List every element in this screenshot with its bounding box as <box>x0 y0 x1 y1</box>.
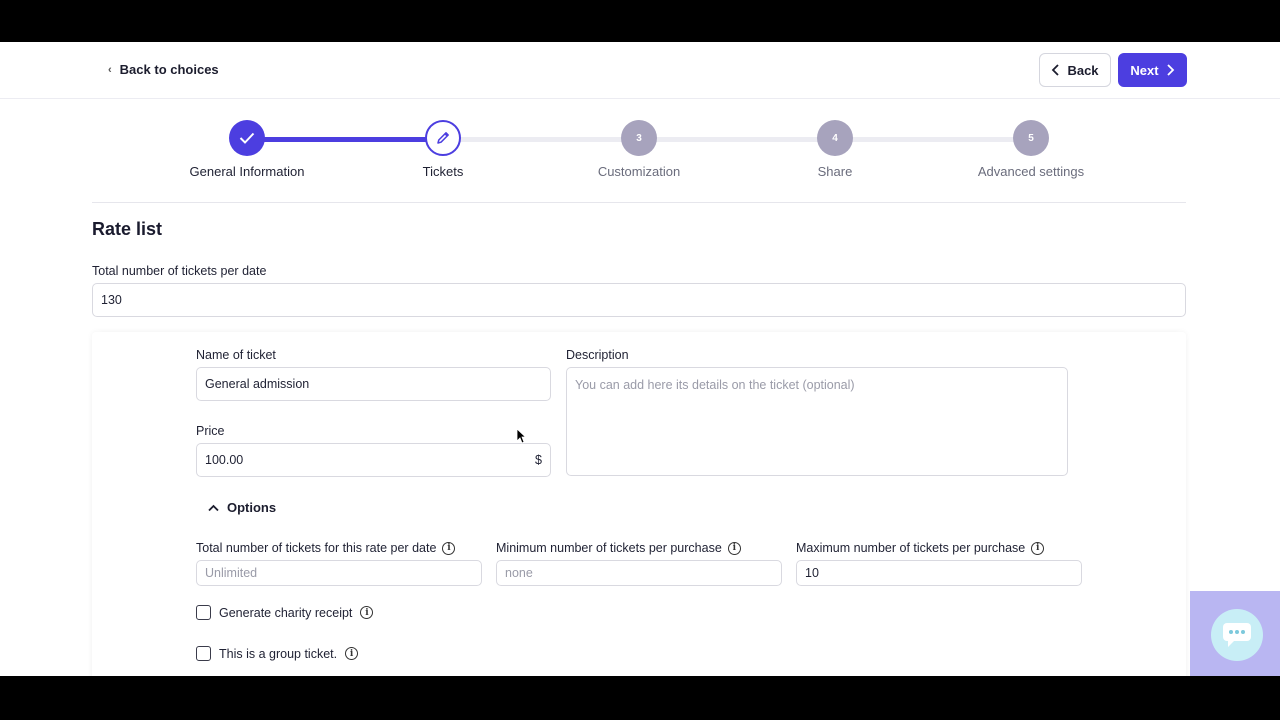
back-button[interactable]: Back <box>1039 53 1111 87</box>
description-label: Description <box>566 348 629 362</box>
chat-widget[interactable] <box>1190 591 1280 676</box>
step-label: Customization <box>597 164 681 179</box>
mouse-cursor-icon <box>516 428 526 444</box>
chat-bubble-icon <box>1223 623 1251 647</box>
step-advanced-settings[interactable]: 5 Advanced settings <box>951 120 1111 179</box>
top-bar: ‹ Back to choices Back Next <box>0 42 1280 99</box>
pencil-icon <box>437 132 449 144</box>
ticket-name-input[interactable]: General admission <box>196 367 551 401</box>
rate-total-label: Total number of tickets for this rate pe… <box>196 541 437 555</box>
chevron-left-icon <box>1052 64 1060 76</box>
description-textarea[interactable]: You can add here its details on the tick… <box>566 367 1068 476</box>
app-frame: ‹ Back to choices Back Next General Info… <box>0 42 1280 676</box>
max-tickets-label: Maximum number of tickets per purchase <box>796 541 1026 555</box>
next-button-label: Next <box>1130 62 1159 78</box>
step-circle <box>425 120 461 156</box>
back-to-choices-link[interactable]: ‹ Back to choices <box>108 62 219 77</box>
back-to-choices-label: Back to choices <box>119 62 219 77</box>
total-tickets-input[interactable]: 130 <box>92 283 1186 317</box>
step-label: Share <box>817 164 853 179</box>
step-number: 5 <box>1013 120 1049 156</box>
options-toggle[interactable]: Options <box>208 500 276 515</box>
next-button[interactable]: Next <box>1118 53 1187 87</box>
min-tickets-input[interactable]: none <box>496 560 782 586</box>
page-title: Rate list <box>92 219 163 239</box>
step-share[interactable]: 4 Share <box>755 120 915 179</box>
info-icon[interactable]: i <box>1031 541 1045 555</box>
progress-stepper: General Information Tickets 3 Customizat… <box>0 99 1280 203</box>
price-value: 100.00 <box>205 453 244 467</box>
info-icon[interactable]: i <box>345 647 359 660</box>
chevron-left-icon: ‹ <box>108 63 112 76</box>
rate-total-label-row: Total number of tickets for this rate pe… <box>196 541 456 555</box>
options-label: Options <box>227 500 277 515</box>
step-number: 3 <box>621 120 657 156</box>
min-tickets-label: Minimum number of tickets per purchase <box>496 541 722 555</box>
currency-symbol: $ <box>535 453 542 467</box>
check-icon <box>239 132 255 144</box>
chevron-right-icon <box>1166 64 1174 76</box>
ticket-name-label: Name of ticket <box>196 348 276 362</box>
rate-total-input[interactable]: Unlimited <box>196 560 482 586</box>
back-button-label: Back <box>1067 62 1099 78</box>
step-label: Advanced settings <box>977 164 1085 179</box>
step-number: 4 <box>817 120 853 156</box>
step-label: General Information <box>189 164 305 179</box>
group-ticket-row: This is a group ticket. i <box>196 646 359 661</box>
info-icon[interactable]: i <box>442 541 456 555</box>
price-label: Price <box>196 424 225 438</box>
max-tickets-label-row: Maximum number of tickets per purchase i <box>796 541 1045 555</box>
charity-receipt-row: Generate charity receipt i <box>196 605 374 620</box>
chat-bubble[interactable] <box>1211 609 1263 661</box>
group-ticket-checkbox[interactable] <box>196 646 211 661</box>
max-tickets-input[interactable]: 10 <box>796 560 1082 586</box>
charity-receipt-label: Generate charity receipt <box>219 605 353 620</box>
total-tickets-label: Total number of tickets per date <box>92 264 267 278</box>
info-icon[interactable]: i <box>727 541 741 555</box>
chevron-up-icon <box>208 504 219 511</box>
step-customization[interactable]: 3 Customization <box>559 120 719 179</box>
section-divider <box>92 202 1186 203</box>
info-icon[interactable]: i <box>360 606 374 619</box>
charity-receipt-checkbox[interactable] <box>196 605 211 620</box>
price-input[interactable]: 100.00 $ <box>196 443 551 477</box>
step-tickets[interactable]: Tickets <box>363 120 523 179</box>
step-label: Tickets <box>422 164 464 179</box>
step-circle <box>229 120 265 156</box>
min-tickets-label-row: Minimum number of tickets per purchase i <box>496 541 741 555</box>
group-ticket-label: This is a group ticket. <box>219 646 338 661</box>
step-general-information[interactable]: General Information <box>167 120 327 179</box>
